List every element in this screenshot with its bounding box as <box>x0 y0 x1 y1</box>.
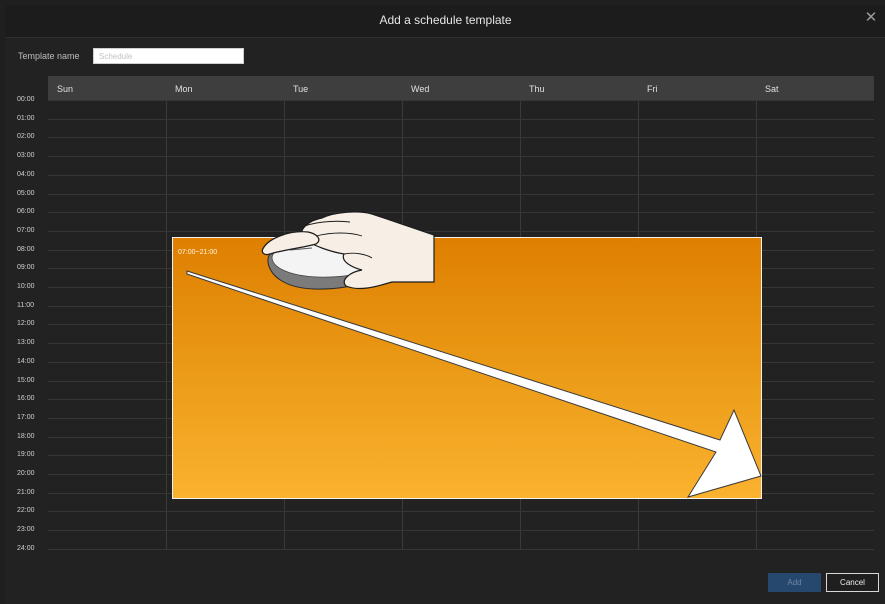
hour-gridline <box>48 230 874 232</box>
hour-gridline <box>48 193 874 195</box>
hour-label: 07:00 <box>17 226 35 234</box>
day-header-sat[interactable]: Sat <box>756 76 874 100</box>
cancel-button[interactable]: Cancel <box>826 573 879 592</box>
day-header-tue[interactable]: Tue <box>284 76 402 100</box>
day-header-thu[interactable]: Thu <box>520 76 638 100</box>
hour-gridline <box>48 100 874 101</box>
day-header-sun[interactable]: Sun <box>48 76 166 100</box>
selection-time-label: 07:00~21:00 <box>178 249 218 256</box>
hour-label: 12:00 <box>17 320 35 328</box>
hour-label: 22:00 <box>17 507 35 515</box>
hour-label: 10:00 <box>17 283 35 290</box>
hour-label: 20:00 <box>17 470 35 477</box>
template-name-input[interactable] <box>93 48 244 64</box>
hour-label: 23:00 <box>17 526 35 534</box>
hour-label: 01:00 <box>17 114 35 122</box>
close-icon[interactable]: ✕ <box>863 10 879 26</box>
hour-gridline <box>48 118 874 120</box>
hour-gridline <box>48 548 874 550</box>
day-header-fri[interactable]: Fri <box>638 76 756 100</box>
hour-gridline <box>48 212 874 214</box>
hour-label: 02:00 <box>17 133 35 141</box>
hour-label: 14:00 <box>17 357 35 365</box>
hour-label: 11:00 <box>17 301 34 309</box>
day-header-wed[interactable]: Wed <box>402 76 520 100</box>
hour-label: 09:00 <box>17 264 35 272</box>
hour-label: 19:00 <box>17 451 35 459</box>
hour-label: 08:00 <box>17 245 35 253</box>
hour-label: 05:00 <box>17 189 35 197</box>
hour-label: 13:00 <box>17 339 35 347</box>
hour-label: 15:00 <box>17 376 35 384</box>
day-header-row: Sun Mon Tue Wed Thu Fri Sat <box>48 76 874 100</box>
template-name-row: Template name <box>6 48 306 66</box>
hour-label: 16:00 <box>17 395 35 403</box>
hour-label: 06:00 <box>17 208 35 216</box>
dialog-titlebar: Add a schedule template ✕ <box>6 5 885 38</box>
hour-label: 17:00 <box>17 413 35 421</box>
hour-gridline <box>48 174 874 176</box>
add-button[interactable]: Add <box>768 573 821 592</box>
day-header-mon[interactable]: Mon <box>166 76 284 100</box>
hour-label: 24:00 <box>17 544 35 552</box>
hour-label: 03:00 <box>17 152 35 160</box>
hour-label: 18:00 <box>17 432 35 440</box>
hour-label: 04:00 <box>17 170 35 178</box>
template-name-label: Template name <box>18 51 80 61</box>
hour-gridline <box>48 530 874 532</box>
hour-gridline <box>48 511 874 513</box>
hour-label: 00:00 <box>17 96 35 103</box>
hour-gridline <box>48 137 874 139</box>
dialog-title: Add a schedule template <box>379 13 512 27</box>
hour-label: 21:00 <box>17 488 35 496</box>
schedule-selection-block[interactable]: 07:00~21:00 <box>172 237 762 499</box>
hour-gridline <box>48 156 874 158</box>
